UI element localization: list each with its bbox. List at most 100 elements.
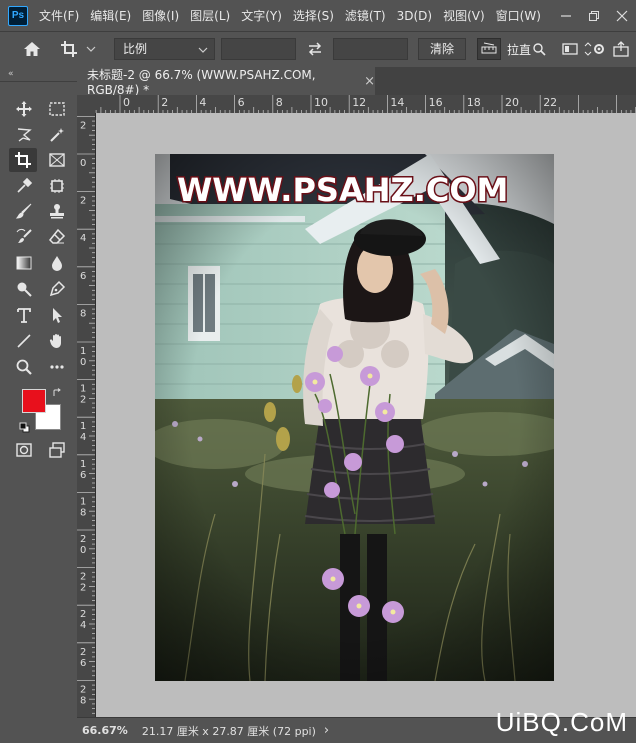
- overlay-options-icon[interactable]: [559, 38, 581, 60]
- ruler-label: 12: [352, 96, 366, 109]
- ruler-label: 4: [80, 233, 86, 244]
- document-tab[interactable]: 未标题-2 @ 66.7% (WWW.PSAHZ.COM, RGB/8#) * …: [77, 67, 375, 97]
- ruler-label: 1: [80, 459, 86, 470]
- home-icon[interactable]: [20, 38, 44, 60]
- path-selection-tool-icon[interactable]: [44, 304, 70, 326]
- quick-mask-icon[interactable]: [11, 439, 37, 461]
- ruler-label: 1: [80, 384, 86, 395]
- pen-tool-icon[interactable]: [44, 278, 70, 300]
- vertical-ruler[interactable]: 20246810121416182022242628: [77, 113, 96, 717]
- ruler-label: 6: [80, 470, 86, 481]
- line-tool-icon[interactable]: [11, 330, 37, 352]
- document-size-info: 21.17 厘米 x 27.87 厘米 (72 ppi): [141, 724, 316, 738]
- ruler-label: 10: [314, 96, 328, 109]
- default-colors-icon[interactable]: [19, 422, 30, 436]
- ruler-label: 4: [80, 620, 86, 631]
- menu-window[interactable]: 窗口(W): [496, 7, 541, 24]
- clone-stamp-tool-icon[interactable]: [44, 200, 70, 222]
- dodge-tool-icon[interactable]: [11, 278, 37, 300]
- horizontal-ruler[interactable]: 20246810121416182022: [95, 95, 636, 114]
- ruler-label: 20: [505, 96, 519, 109]
- more-tools-icon[interactable]: [44, 356, 70, 378]
- swap-icon[interactable]: [304, 38, 326, 60]
- ruler-label: 2: [80, 647, 86, 658]
- ruler-label: 4: [199, 96, 206, 109]
- ruler-label: 6: [80, 271, 86, 282]
- search-icon: [533, 42, 546, 56]
- zoom-tool-icon[interactable]: [11, 356, 37, 378]
- vertical-ruler-ticks: 20246810121416182022242628: [77, 115, 95, 714]
- commit-icon[interactable]: [610, 38, 632, 60]
- tools-panel: «: [0, 67, 78, 742]
- eyedropper-tool-icon[interactable]: [11, 175, 37, 197]
- clear-button[interactable]: 清除: [418, 38, 466, 60]
- document-canvas-photo[interactable]: WWW.PSAHZ.COM: [155, 154, 554, 681]
- straighten-label: 拉直: [507, 42, 532, 57]
- canvas-text-layer[interactable]: WWW.PSAHZ.COM: [176, 170, 510, 211]
- collapse-panel-icon[interactable]: «: [8, 69, 14, 79]
- restore-icon[interactable]: [580, 0, 608, 31]
- ruler-label: 2: [80, 196, 86, 207]
- menu-file[interactable]: 文件(F): [39, 7, 79, 24]
- menu-bar: Ps 文件(F) 编辑(E) 图像(I) 图层(L) 文字(Y) 选择(S) 滤…: [0, 0, 636, 31]
- height-field[interactable]: [333, 38, 408, 60]
- menu-view[interactable]: 视图(V): [443, 7, 485, 24]
- options-bar: 比例 清除 拉直: [0, 31, 636, 69]
- gradient-tool-icon[interactable]: [11, 252, 37, 274]
- ruler-label: 2: [80, 534, 86, 545]
- magic-wand-tool-icon[interactable]: [44, 124, 70, 146]
- ratio-select-value: 比例: [123, 42, 148, 56]
- status-menu-arrow-icon[interactable]: ›: [324, 723, 329, 738]
- blur-tool-icon[interactable]: [44, 252, 70, 274]
- type-tool-icon[interactable]: [11, 304, 37, 326]
- ruler-label: 2: [161, 96, 168, 109]
- screen-mode-icon[interactable]: [44, 439, 70, 461]
- menu-layer[interactable]: 图层(L): [190, 7, 230, 24]
- menu-3d[interactable]: 3D(D): [397, 9, 432, 23]
- tab-close-icon[interactable]: ×: [364, 74, 375, 89]
- ruler-label: 1: [80, 346, 86, 357]
- ruler-straighten-icon[interactable]: [477, 38, 501, 60]
- ruler-label: 16: [429, 96, 443, 109]
- photoshop-logo: Ps: [8, 5, 28, 26]
- ruler-label: 6: [80, 658, 86, 669]
- ruler-label: 8: [276, 96, 283, 109]
- ruler-origin[interactable]: [77, 95, 95, 113]
- ruler-label: 14: [390, 96, 404, 109]
- ruler-label: 22: [543, 96, 557, 109]
- menu-filter[interactable]: 滤镜(T): [345, 7, 386, 24]
- menu-type[interactable]: 文字(Y): [241, 7, 282, 24]
- ratio-select[interactable]: 比例: [114, 38, 215, 60]
- settings-gear-icon[interactable]: [584, 38, 606, 60]
- minimize-icon[interactable]: [552, 0, 580, 31]
- foreground-color-swatch[interactable]: [22, 389, 46, 413]
- menu-image[interactable]: 图像(I): [142, 7, 179, 24]
- ruler-label: 8: [80, 308, 86, 319]
- swap-colors-icon[interactable]: [52, 387, 62, 401]
- crop-tool-icon[interactable]: [9, 148, 37, 172]
- frame-tool-icon[interactable]: [44, 149, 70, 171]
- marquee-tool-icon[interactable]: [44, 98, 70, 120]
- close-icon[interactable]: [608, 0, 636, 31]
- straighten-button[interactable]: 拉直: [507, 38, 551, 60]
- ruler-label: 2: [80, 120, 86, 131]
- zoom-level[interactable]: 66.67%: [82, 724, 128, 737]
- width-field[interactable]: [221, 38, 296, 60]
- site-watermark: UiBQ.CoM: [495, 707, 628, 737]
- eraser-tool-icon[interactable]: [44, 226, 70, 248]
- history-brush-tool-icon[interactable]: [11, 226, 37, 248]
- lasso-tool-icon[interactable]: [11, 124, 37, 146]
- brush-tool-icon[interactable]: [11, 200, 37, 222]
- ruler-label: 8: [80, 507, 86, 518]
- crop-tool-preset[interactable]: [60, 38, 102, 60]
- ruler-label: 2: [80, 684, 86, 695]
- move-tool-icon[interactable]: [11, 98, 37, 120]
- ruler-label: 1: [80, 496, 86, 507]
- spot-healing-tool-icon[interactable]: [44, 175, 70, 197]
- chevron-down-icon: [86, 46, 96, 52]
- hand-tool-icon[interactable]: [44, 330, 70, 352]
- ruler-label: 2: [80, 583, 86, 594]
- menu-edit[interactable]: 编辑(E): [90, 7, 131, 24]
- menu-select[interactable]: 选择(S): [293, 7, 334, 24]
- ruler-label: 1: [80, 421, 86, 432]
